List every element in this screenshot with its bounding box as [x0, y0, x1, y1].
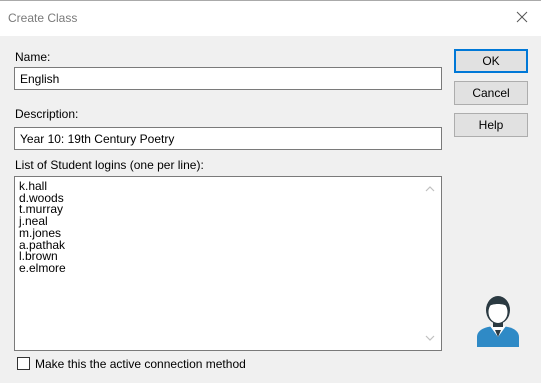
students-textarea[interactable]: k.hall d.woods t.murray j.neal m.jones a…: [14, 176, 442, 351]
scroll-down-arrow-icon[interactable]: [425, 334, 435, 342]
ok-button[interactable]: OK: [454, 49, 528, 73]
create-class-dialog: Create Class Name: English Description: …: [0, 0, 541, 383]
close-icon[interactable]: [515, 10, 529, 24]
help-button[interactable]: Help: [454, 113, 528, 137]
scroll-up-arrow-icon[interactable]: [425, 185, 435, 193]
description-input[interactable]: Year 10: 19th Century Poetry: [14, 127, 442, 150]
name-label: Name:: [15, 50, 51, 64]
students-list: k.hall d.woods t.murray j.neal m.jones a…: [19, 180, 66, 275]
dialog-title: Create Class: [8, 11, 78, 25]
students-label: List of Student logins (one per line):: [15, 158, 204, 172]
active-connection-checkbox[interactable]: [17, 357, 30, 370]
user-avatar-icon: [477, 296, 519, 347]
student-login: e.elmore: [19, 260, 66, 275]
active-connection-label[interactable]: Make this the active connection method: [35, 357, 246, 371]
description-label: Description:: [15, 107, 79, 121]
title-bar: Create Class: [0, 0, 541, 36]
name-input[interactable]: English: [14, 67, 442, 90]
cancel-button[interactable]: Cancel: [454, 81, 528, 105]
